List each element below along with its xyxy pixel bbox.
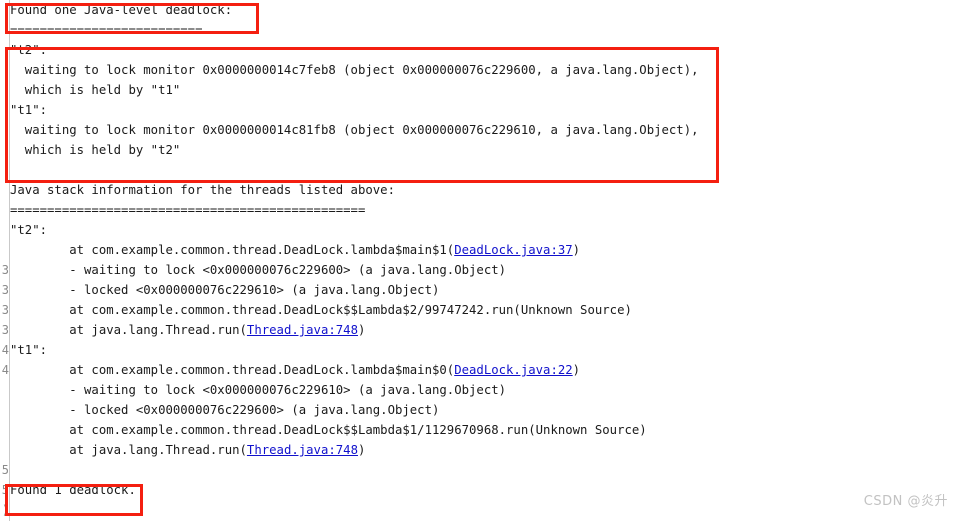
console-line: ========================================… xyxy=(10,200,960,220)
source-link[interactable]: DeadLock.java:22 xyxy=(454,363,572,377)
console-line-text: ========================== xyxy=(10,23,203,37)
console-line-text: ) xyxy=(357,323,366,337)
console-line: at com.example.common.thread.DeadLock.la… xyxy=(10,360,960,380)
console-line-text: "t1": xyxy=(10,103,48,117)
csdn-watermark: CSDN @炎升 xyxy=(863,494,948,509)
console-line-text: at com.example.common.thread.DeadLock$$L… xyxy=(10,423,647,437)
console-line-text: waiting to lock monitor 0x0000000014c7fe… xyxy=(10,63,699,77)
console-line: - waiting to lock <0x000000076c229600> (… xyxy=(10,260,960,280)
source-link[interactable]: DeadLock.java:37 xyxy=(454,243,572,257)
console-line: - locked <0x000000076c229600> (a java.la… xyxy=(10,400,960,420)
console-line-text: Found one Java-level deadlock: xyxy=(10,3,233,17)
console-line-text: "t2": xyxy=(10,43,48,57)
source-link[interactable]: Thread.java:748 xyxy=(247,323,358,337)
console-line-text: ) xyxy=(357,443,366,457)
console-line: waiting to lock monitor 0x0000000014c7fe… xyxy=(10,60,960,80)
console-line-text: - locked <0x000000076c229600> (a java.la… xyxy=(10,403,440,417)
console-line-text: "t2": xyxy=(10,223,48,237)
console-line: which is held by "t2" xyxy=(10,140,960,160)
console-line: at com.example.common.thread.DeadLock.la… xyxy=(10,240,960,260)
gutter-line-number-glyphs: 3 3 3 3 4 4 5 5 ) 5 5 5 6 6 ( r xyxy=(1,263,9,517)
console-line: "t1": xyxy=(10,100,960,120)
console-line-text: "t1": xyxy=(10,343,48,357)
source-link[interactable]: Thread.java:748 xyxy=(247,443,358,457)
console-line-text: at com.example.common.thread.DeadLock$$L… xyxy=(10,303,632,317)
console-line-text: at com.example.common.thread.DeadLock.la… xyxy=(10,243,455,257)
console-line-text: which is held by "t2" xyxy=(10,143,181,157)
console-line: at java.lang.Thread.run(Thread.java:748) xyxy=(10,440,960,460)
console-line-text: ========================================… xyxy=(10,203,366,217)
console-line: at com.example.common.thread.DeadLock$$L… xyxy=(10,420,960,440)
console-line-text: at java.lang.Thread.run( xyxy=(10,323,247,337)
console-line-text: - waiting to lock <0x000000076c229610> (… xyxy=(10,383,507,397)
console-line: at java.lang.Thread.run(Thread.java:748) xyxy=(10,320,960,340)
console-text-body[interactable]: Found one Java-level deadlock: ==========… xyxy=(10,0,960,500)
console-line: ========================== xyxy=(10,20,960,40)
console-line-text: Java stack information for the threads l… xyxy=(10,183,395,197)
console-line-text: waiting to lock monitor 0x0000000014c81f… xyxy=(10,123,699,137)
console-line: - locked <0x000000076c229610> (a java.la… xyxy=(10,280,960,300)
console-line: Java stack information for the threads l… xyxy=(10,180,960,200)
console-line-text: ) xyxy=(572,363,581,377)
console-line-text: - waiting to lock <0x000000076c229600> (… xyxy=(10,263,507,277)
editor-gutter: 3 3 3 3 4 4 5 5 ) 5 5 5 6 6 ( r xyxy=(0,0,10,521)
console-line: "t2": xyxy=(10,40,960,60)
console-line: Found 1 deadlock. xyxy=(10,480,960,500)
console-line-text: Found 1 deadlock. xyxy=(10,483,136,497)
console-line-text: at java.lang.Thread.run( xyxy=(10,443,247,457)
console-line-text: which is held by "t1" xyxy=(10,83,181,97)
console-line: - waiting to lock <0x000000076c229610> (… xyxy=(10,380,960,400)
console-output-panel[interactable]: 3 3 3 3 4 4 5 5 ) 5 5 5 6 6 ( r Found on… xyxy=(0,0,960,521)
console-line-text: ) xyxy=(572,243,581,257)
console-line: which is held by "t1" xyxy=(10,80,960,100)
console-line: at com.example.common.thread.DeadLock$$L… xyxy=(10,300,960,320)
console-line: Found one Java-level deadlock: xyxy=(10,0,960,20)
console-line: "t1": xyxy=(10,340,960,360)
console-line: "t2": xyxy=(10,220,960,240)
console-line-text: - locked <0x000000076c229610> (a java.la… xyxy=(10,283,440,297)
console-line: waiting to lock monitor 0x0000000014c81f… xyxy=(10,120,960,140)
console-line-text: at com.example.common.thread.DeadLock.la… xyxy=(10,363,455,377)
